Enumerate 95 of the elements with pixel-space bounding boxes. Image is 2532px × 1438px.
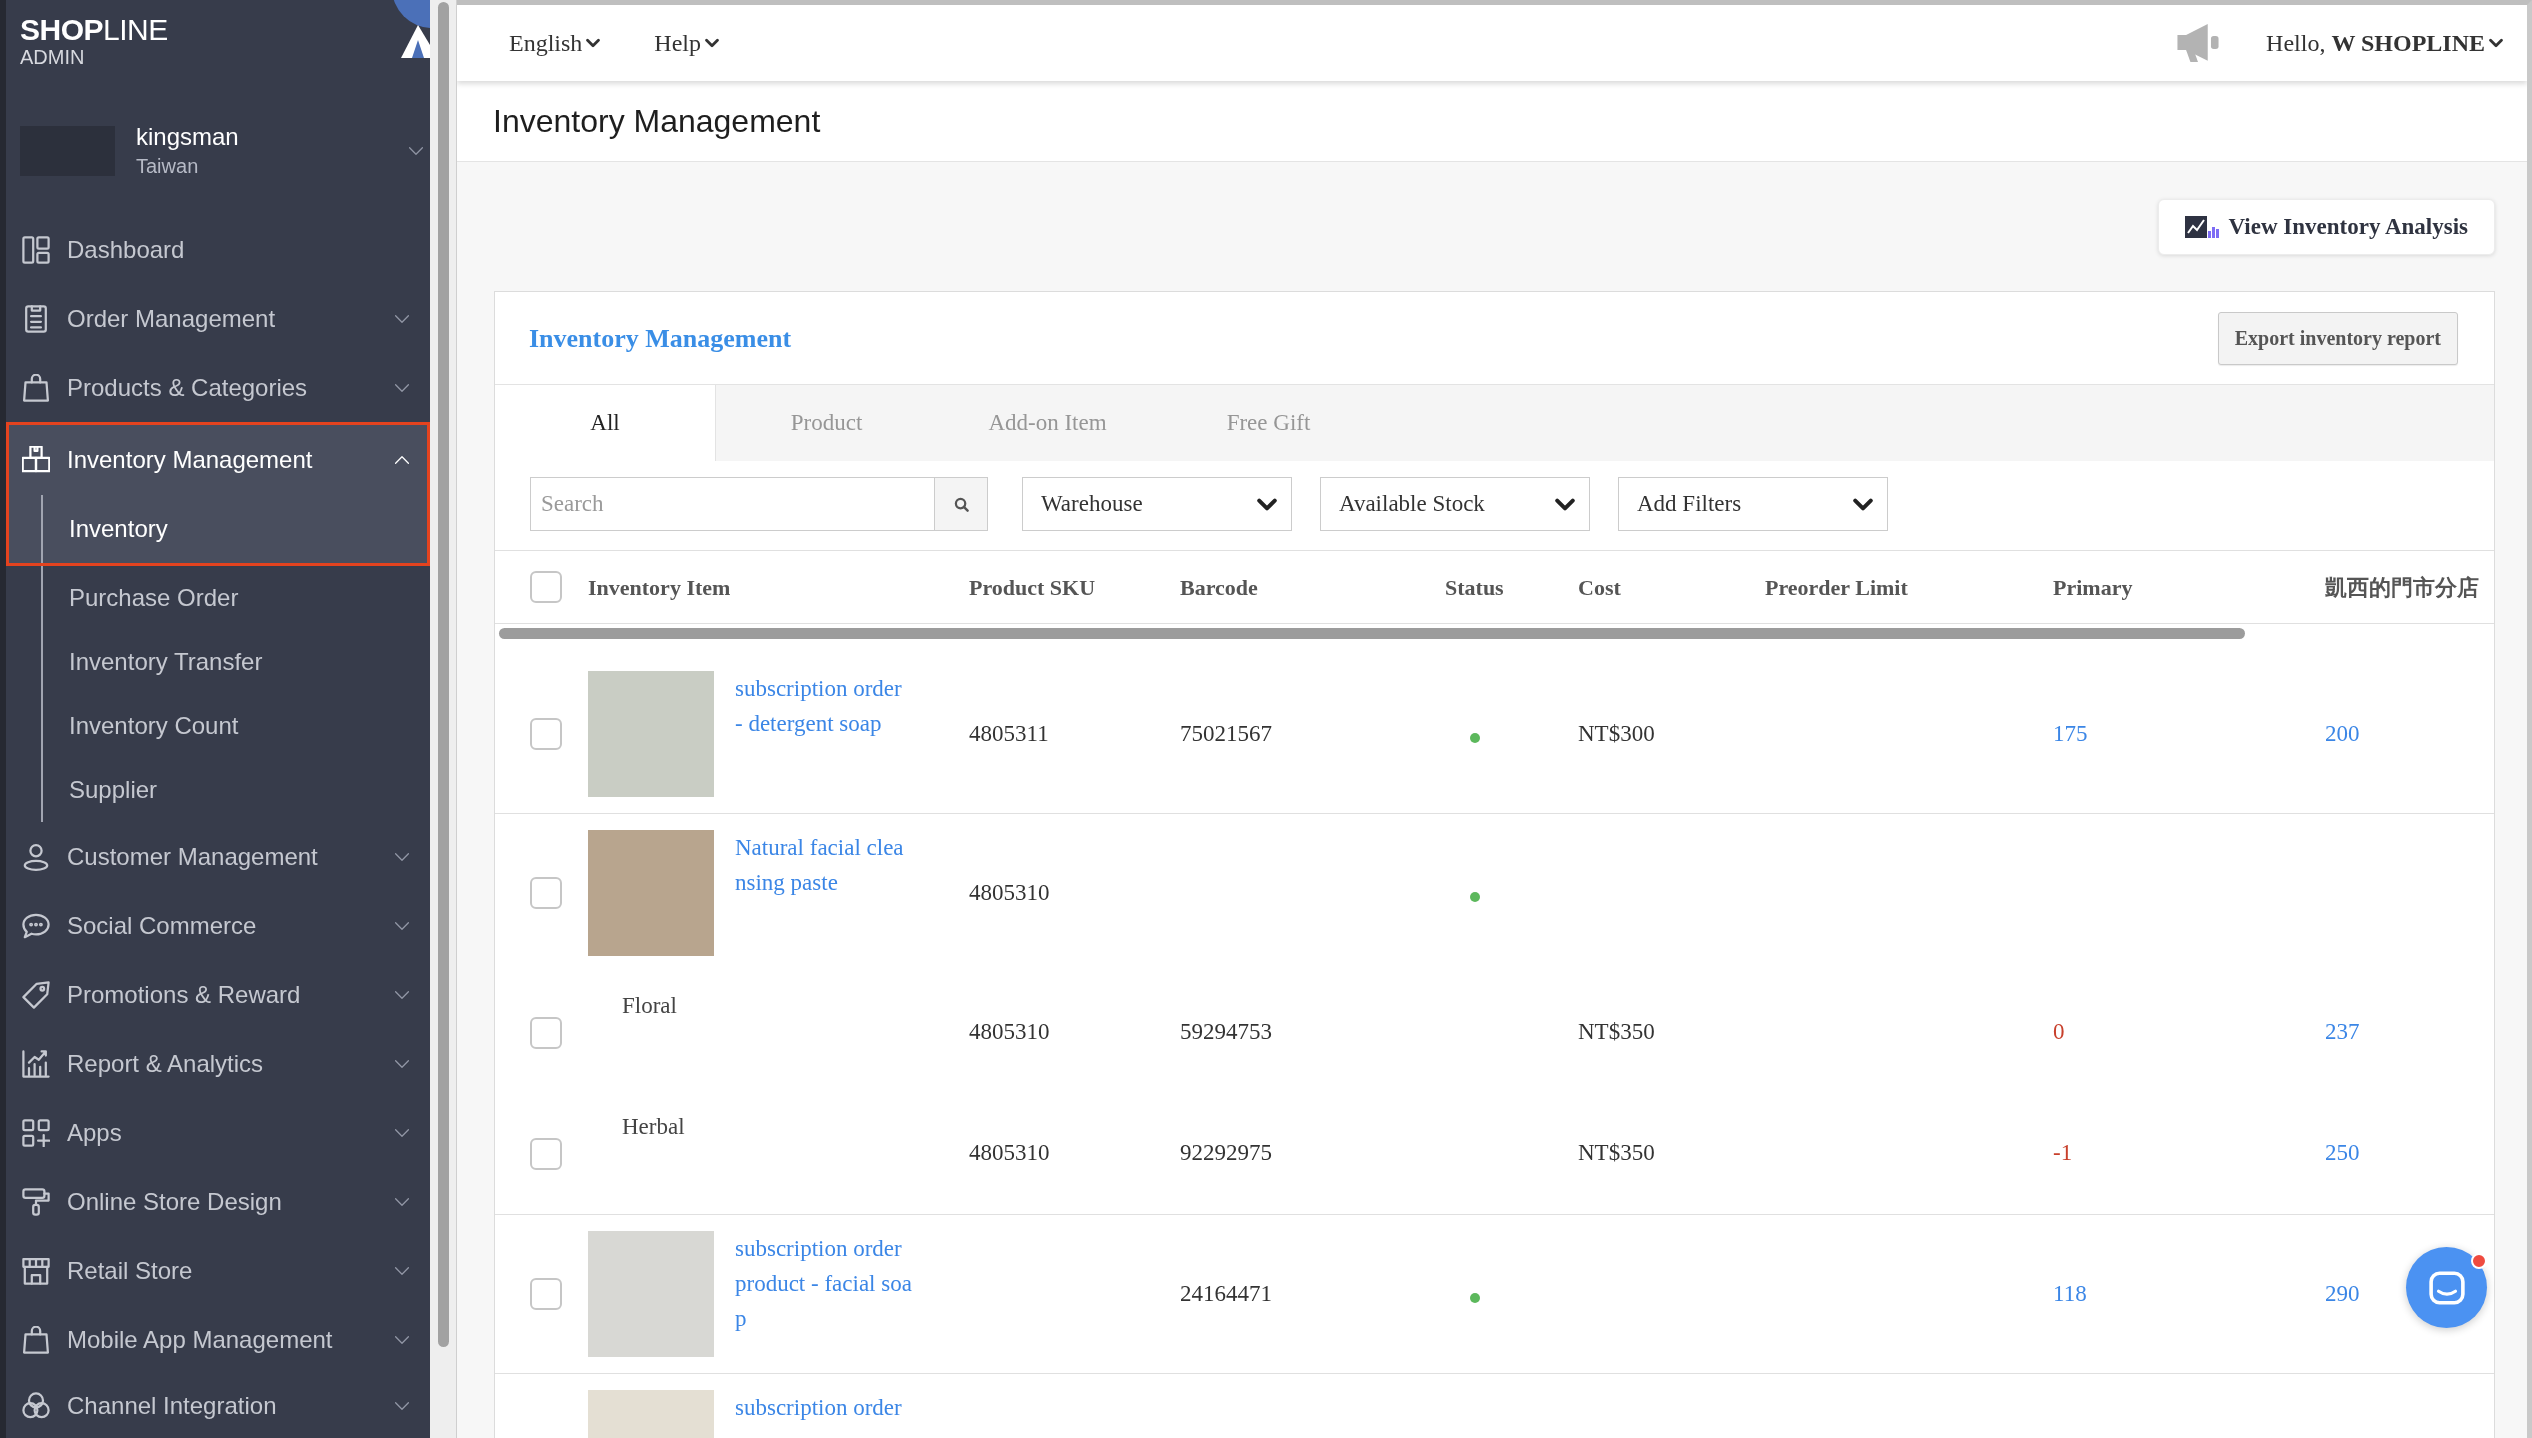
export-report-button[interactable]: Export inventory report — [2217, 311, 2458, 365]
stock-link[interactable]: 290 — [2325, 1280, 2360, 1306]
table-cell: 59294753 — [1180, 1019, 1272, 1045]
sidebar-menu-item[interactable]: Customer Management — [6, 822, 430, 891]
sidebar-submenu-item[interactable]: Inventory — [9, 495, 427, 563]
stock-link[interactable]: -1 — [2053, 1140, 2073, 1166]
chat-bubble-icon — [22, 911, 50, 940]
stock-link[interactable]: 237 — [2325, 1019, 2360, 1045]
page-title: Inventory Management — [493, 102, 821, 141]
chevron-down-icon — [586, 38, 601, 48]
product-link[interactable]: subscription order product - facial soap — [735, 1231, 913, 1336]
column-header: Primary — [2053, 573, 2134, 602]
sidebar-menu-item[interactable]: Inventory Management — [9, 425, 427, 495]
sidebar-menu-item[interactable]: Report & Analytics — [6, 1029, 430, 1098]
shopping-bag-icon — [22, 1325, 50, 1354]
shopline-logo: SHOPLINE — [20, 14, 168, 46]
sidebar-menu-item[interactable]: Promotions & Reward — [6, 960, 430, 1029]
paint-roller-icon — [22, 1187, 50, 1216]
sidebar-menu-item[interactable]: Dashboard — [6, 215, 430, 284]
variant-label: Herbal — [622, 1114, 685, 1139]
column-header: Barcode — [1180, 573, 1259, 602]
product-link[interactable]: subscription order - detergent soap — [735, 671, 913, 741]
three-circles-icon — [22, 1392, 50, 1420]
chevron-down-icon — [2489, 38, 2503, 48]
column-header: Preorder Limit — [1765, 573, 1909, 602]
top-menu-dropdown[interactable]: Help — [654, 25, 719, 61]
horizontal-scrollbar[interactable] — [499, 628, 2245, 639]
megaphone-icon[interactable] — [2176, 23, 2221, 63]
checkbox[interactable] — [530, 1278, 562, 1310]
stock-link[interactable]: 0 — [2053, 1019, 2065, 1045]
table-cell: 75021567 — [1180, 720, 1272, 746]
table-cell: 4805310 — [969, 1019, 1050, 1045]
sidebar-menu-item[interactable]: Online Store Design — [6, 1167, 430, 1236]
user-menu[interactable]: Hello, W SHOPLINE — [2266, 25, 2503, 61]
checkbox[interactable] — [530, 718, 562, 750]
chevron-down-icon — [705, 38, 719, 48]
store-region: Taiwan — [136, 154, 200, 180]
clipboard-icon — [22, 304, 50, 333]
search-field[interactable]: Search — [530, 477, 935, 531]
top-menu-dropdown[interactable]: English — [509, 25, 601, 61]
view-analysis-button[interactable]: View Inventory Analysis — [2157, 199, 2495, 255]
stock-link[interactable]: 118 — [2053, 1280, 2087, 1306]
table-cell: NT$300 — [1578, 720, 1655, 746]
filter-dropdown[interactable]: Warehouse — [1022, 477, 1292, 531]
admin-label: ADMIN — [20, 47, 85, 67]
card-title: Inventory Management — [529, 322, 792, 355]
filter-tab[interactable]: All — [495, 385, 716, 461]
checkbox[interactable] — [530, 1137, 562, 1170]
filter-dropdown[interactable]: Available Stock — [1320, 477, 1590, 531]
search-icon — [953, 496, 969, 512]
chevron-down-icon — [1257, 497, 1277, 511]
storefront-icon — [22, 1256, 50, 1285]
shopping-bag-icon — [22, 373, 50, 402]
table-cell: 4805310 — [969, 879, 1050, 905]
stock-link[interactable]: 250 — [2325, 1140, 2360, 1166]
sidebar-menu-item[interactable]: Order Management — [6, 284, 430, 353]
tag-icon — [22, 980, 50, 1009]
dashboard-icon — [22, 235, 50, 264]
table-cell: 24164471 — [1180, 1280, 1272, 1306]
scrollbar-thumb[interactable] — [437, 2, 449, 1347]
sidebar-menu-item[interactable]: Social Commerce — [6, 891, 430, 960]
variant-label: Floral — [622, 993, 677, 1018]
apps-grid-icon — [22, 1118, 50, 1147]
sidebar-menu-item[interactable]: Mobile App Management — [6, 1305, 430, 1374]
column-header: 凱西的門市分店 — [2325, 573, 2480, 602]
column-header: Cost — [1578, 573, 1622, 602]
sidebar-menu-item[interactable]: Channel Integration — [6, 1374, 430, 1438]
filter-dropdown[interactable]: Add Filters — [1618, 477, 1888, 531]
column-header: Inventory Item — [588, 573, 732, 602]
product-link[interactable]: Natural facial cleansing paste — [735, 830, 913, 900]
table-cell: 4805311 — [969, 720, 1049, 746]
sidebar-menu-item[interactable]: Apps — [6, 1098, 430, 1167]
sidebar-menu-item[interactable]: Products & Categories — [6, 353, 430, 422]
chevron-down-icon — [1853, 497, 1873, 511]
chat-icon — [2428, 1270, 2465, 1305]
stock-link[interactable]: 200 — [2325, 720, 2360, 746]
sidebar-menu-item[interactable]: Retail Store — [6, 1236, 430, 1305]
search-button[interactable] — [935, 477, 988, 531]
store-name: kingsman — [136, 122, 239, 153]
table-cell: NT$350 — [1578, 1140, 1655, 1166]
select-all-checkbox[interactable] — [530, 571, 562, 603]
checkbox[interactable] — [530, 1016, 562, 1049]
checkbox[interactable] — [530, 877, 562, 909]
table-cell: 4805310 — [969, 1140, 1050, 1166]
table-cell: NT$350 — [1578, 1019, 1655, 1045]
person-icon — [22, 842, 50, 871]
product-link[interactable]: subscription order — [735, 1390, 913, 1425]
column-header: Product SKU — [969, 573, 1097, 602]
table-cell: 92292975 — [1180, 1140, 1272, 1166]
chevron-down-icon — [1555, 497, 1575, 511]
boxes-icon — [22, 446, 50, 474]
bar-chart-icon — [22, 1049, 50, 1078]
chart-icon — [2184, 216, 2219, 238]
column-header: Status — [1445, 573, 1505, 602]
stock-link[interactable]: 175 — [2053, 720, 2088, 746]
